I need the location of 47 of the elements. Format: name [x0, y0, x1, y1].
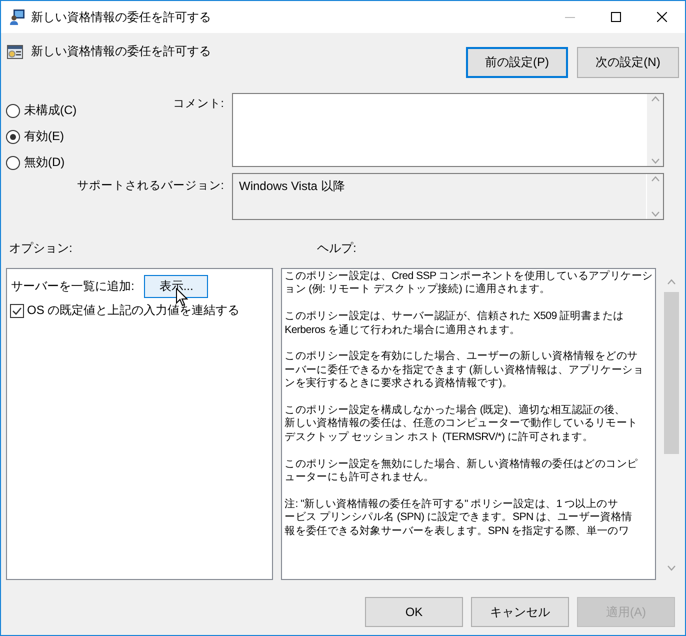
dialog-button[interactable]: OK — [365, 597, 463, 627]
server-list-label: サーバーを一覧に追加: — [10, 278, 134, 295]
radio-label: 有効(E) — [24, 128, 64, 145]
scroll-down-icon[interactable] — [650, 211, 660, 217]
comment-label: コメント: — [172, 97, 224, 112]
scroll-up-icon[interactable] — [650, 96, 660, 102]
help-text-line: ーバーに委任できるかを指定できます (新しい資格情報は、アプリケーショ — [284, 364, 645, 377]
window-title: 新しい資格情報の委任を許可する — [31, 8, 212, 26]
comment-field[interactable] — [232, 93, 664, 167]
computer-user-icon — [9, 9, 25, 25]
help-text-line: このポリシー設定は、Cred SSP コンポーネントを使用しているアプリケーシ — [284, 270, 653, 283]
scroll-up-icon[interactable] — [650, 176, 660, 182]
scroll-down-icon[interactable] — [666, 565, 676, 571]
help-text-line: このポリシー設定を有効にした場合、ユーザーの新しい資格情報をどのサ — [284, 350, 639, 364]
checkbox[interactable] — [10, 304, 24, 318]
maximize-icon — [611, 12, 621, 22]
help-text-line: デスクトップ セッション ホスト (TERMSRV/*) に許可されます。 — [284, 430, 594, 444]
help-text-line: Kerberos を通じて行われた場合に適用されます。 — [284, 324, 522, 338]
policy-icon — [7, 44, 23, 60]
help-heading: ヘルプ: — [316, 240, 358, 257]
scroll-up-icon[interactable] — [666, 279, 676, 285]
nav-button[interactable]: 前の設定(P) — [466, 47, 568, 78]
help-text-line: このポリシー設定は、サーバー認証が、信頼された X509 証明書または — [284, 310, 625, 324]
help-text-line: このポリシー設定を無効にした場合、新しい資格情報の委任はどのコンピ — [284, 458, 639, 471]
help-text-line: ョン (例: リモート デスクトップ接続) に適用されます。 — [284, 283, 552, 297]
help-text-line: このポリシー設定を構成しなかった場合 (既定)、適切な相互認証の後、 — [284, 404, 626, 417]
help-text-line: ービス プリンシパル名 (SPN) に設定できます。SPN は、ユーザー資格情 — [284, 511, 634, 525]
nav-button[interactable]: 次の設定(N) — [577, 47, 679, 78]
radio-button[interactable] — [6, 104, 20, 118]
dialog-button[interactable]: キャンセル — [471, 597, 569, 627]
radio-button[interactable] — [6, 130, 20, 144]
radio-label: 未構成(C) — [24, 102, 77, 119]
radio-label: 無効(D) — [24, 154, 65, 171]
help-text-line: 注: "新しい資格情報の委任を許可する" ポリシー設定は、1 つ以上のサ — [284, 498, 619, 511]
help-text-line: 報を委任できる対象サーバーを表します。SPN を指定する際、単一のワ — [284, 524, 630, 538]
checkbox-label: OS の既定値と上記の入力値を連結する — [27, 302, 240, 319]
scroll-down-icon[interactable] — [650, 158, 660, 164]
help-text-line: ンを実行するときに要求される資格情報です)。 — [284, 377, 514, 391]
supported-field: Windows Vista 以降 — [232, 173, 664, 220]
minimize-icon — [565, 16, 575, 18]
help-text-line: 新しい資格情報の委任は、任意のコンピューターで動作しているリモート — [284, 417, 639, 431]
policy-title: 新しい資格情報の委任を許可する — [31, 43, 211, 60]
help-text-line: ューターにも許可されません。 — [284, 471, 436, 484]
supported-label: サポートされるバージョン: — [76, 179, 224, 194]
close-icon — [657, 12, 667, 22]
options-heading: オプション: — [8, 240, 74, 257]
radio-button[interactable] — [6, 156, 20, 170]
